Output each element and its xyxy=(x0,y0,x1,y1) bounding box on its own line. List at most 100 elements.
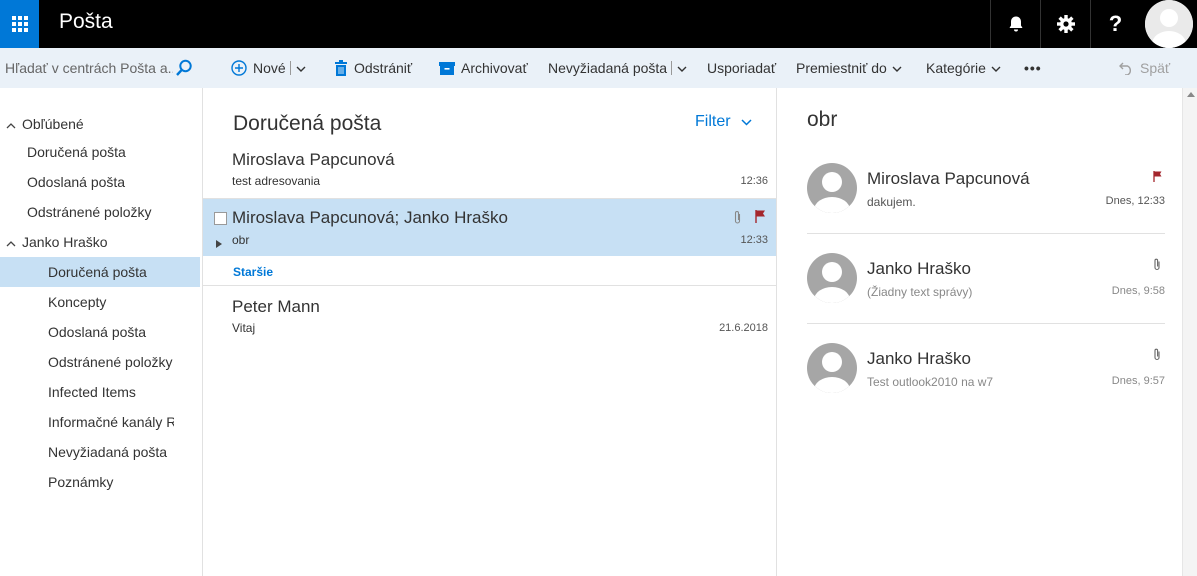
message-sender: Miroslava Papcunová xyxy=(232,150,395,169)
filter-button[interactable]: Filter xyxy=(695,113,752,131)
conversation-subject: obr xyxy=(807,108,838,131)
help-button[interactable]: ? xyxy=(1090,0,1140,48)
folder-label: Informačné kanály RSS xyxy=(48,414,174,430)
reading-pane-scrollbar[interactable] xyxy=(1182,88,1197,576)
message-subject: Vitaj xyxy=(232,321,256,335)
undo-label: Späť xyxy=(1140,60,1171,76)
message-sender: Peter Mann xyxy=(232,297,320,316)
message-row[interactable]: Miroslava Papcunová test adresovania 12:… xyxy=(203,144,776,198)
archive-icon xyxy=(439,61,455,75)
folder-label: Odoslaná pošta xyxy=(27,174,126,190)
categories-button[interactable]: Kategórie xyxy=(926,48,1001,88)
message-row[interactable]: Peter Mann Vitaj 21.6.2018 xyxy=(203,287,776,343)
conversation-preview: dakujem. xyxy=(867,195,916,209)
favorite-item-sent[interactable]: Odoslaná pošta xyxy=(0,167,202,197)
archive-label: Archivovať xyxy=(461,60,528,76)
new-button[interactable]: Nové xyxy=(231,48,306,88)
folder-label: Doručená pošta xyxy=(27,144,126,160)
folder-item-sent[interactable]: Odoslaná pošta xyxy=(0,317,202,347)
conversation-preview: (Žiadny text správy) xyxy=(867,285,973,299)
chevron-down-icon xyxy=(741,118,752,126)
folder-item-infected[interactable]: Infected Items xyxy=(0,377,202,407)
more-options-button[interactable]: ••• xyxy=(1024,48,1042,88)
favorites-header[interactable]: Obľúbené xyxy=(0,109,202,139)
archive-button[interactable]: Archivovať xyxy=(439,48,528,88)
notifications-button[interactable] xyxy=(990,0,1040,48)
flag-icon[interactable] xyxy=(1153,170,1163,188)
divider xyxy=(807,323,1165,324)
plus-circle-icon xyxy=(231,60,247,76)
message-subject: test adresovania xyxy=(232,174,321,188)
bell-icon xyxy=(1009,16,1022,32)
app-launcher-button[interactable] xyxy=(0,0,39,48)
scroll-up-arrow-icon[interactable] xyxy=(1187,92,1195,97)
conversation-sender: Janko Hraško xyxy=(867,349,971,368)
sweep-button[interactable]: Usporiadať xyxy=(707,48,776,88)
folder-label: Infected Items xyxy=(48,384,136,400)
message-time: 12:36 xyxy=(740,175,768,187)
message-subject: obr xyxy=(232,233,250,247)
folder-label: Nevyžiadaná pošta xyxy=(48,444,168,460)
favorite-item-inbox[interactable]: Doručená pošta xyxy=(0,137,202,167)
gear-icon xyxy=(1056,15,1075,33)
account-header[interactable]: Janko Hraško xyxy=(0,227,202,257)
folder-label: Poznámky xyxy=(48,474,114,490)
command-bar: Nové Odstrániť Archivovať Nevyžiadaná po… xyxy=(0,48,1197,88)
search-box xyxy=(0,48,202,88)
folder-title: Doručená pošta xyxy=(233,112,382,135)
move-to-button[interactable]: Premiestniť do xyxy=(796,48,902,88)
chevron-down-icon[interactable] xyxy=(296,60,306,76)
filter-label: Filter xyxy=(695,113,731,130)
move-to-label: Premiestniť do xyxy=(796,60,887,76)
search-input[interactable] xyxy=(5,58,173,78)
junk-button[interactable]: Nevyžiadaná pošta xyxy=(548,48,687,88)
folder-label: Doručená pošta xyxy=(48,264,147,280)
folder-label: Koncepty xyxy=(48,294,107,310)
group-header-older[interactable]: Staršie xyxy=(203,256,776,286)
message-list: Doručená pošta Filter Miroslava Papcunov… xyxy=(203,88,777,576)
folder-item-junk[interactable]: Nevyžiadaná pošta xyxy=(0,437,202,467)
top-bar: Pošta ? xyxy=(0,0,1197,48)
app-title: Pošta xyxy=(59,10,113,33)
settings-button[interactable] xyxy=(1040,0,1090,48)
more-icon: ••• xyxy=(1024,60,1042,76)
chevron-down-icon xyxy=(892,60,902,76)
conversation-sender: Janko Hraško xyxy=(867,259,971,278)
group-label: Staršie xyxy=(233,265,274,279)
favorite-item-deleted[interactable]: Odstránené položky xyxy=(0,197,202,227)
sweep-label: Usporiadať xyxy=(707,60,777,76)
trash-icon xyxy=(334,60,348,76)
user-avatar-button[interactable] xyxy=(1145,0,1193,48)
divider xyxy=(807,233,1165,234)
paperclip-icon xyxy=(733,210,742,230)
search-icon[interactable] xyxy=(175,59,193,77)
folder-label: Odoslaná pošta xyxy=(48,324,147,340)
flag-icon[interactable] xyxy=(755,209,766,229)
chevron-down-icon xyxy=(991,60,1001,76)
conversation-time: Dnes, 9:58 xyxy=(1111,285,1165,297)
select-checkbox[interactable] xyxy=(214,212,227,225)
folder-item-drafts[interactable]: Koncepty xyxy=(0,287,202,317)
avatar xyxy=(807,163,857,213)
conversation-preview: Test outlook2010 na w7 xyxy=(867,375,994,389)
folder-item-inbox[interactable]: Doručená pošta xyxy=(0,257,200,287)
folder-item-deleted[interactable]: Odstránené položky xyxy=(0,347,202,377)
delete-button[interactable]: Odstrániť xyxy=(334,48,412,88)
favorites-label: Obľúbené xyxy=(22,116,84,132)
undo-button[interactable]: Späť xyxy=(1119,48,1170,88)
folder-item-notes[interactable]: Poznámky xyxy=(0,467,202,497)
expand-caret-icon[interactable] xyxy=(216,235,222,253)
paperclip-icon xyxy=(1153,258,1161,276)
folder-label: Odstránené položky xyxy=(48,354,173,370)
message-time: 12:33 xyxy=(740,234,768,246)
message-row-selected[interactable]: Miroslava Papcunová; Janko Hraško obr 12… xyxy=(203,199,776,256)
separator xyxy=(289,61,291,75)
avatar xyxy=(807,343,857,393)
categories-label: Kategórie xyxy=(926,60,986,76)
message-time: 21.6.2018 xyxy=(719,322,768,334)
chevron-down-icon[interactable] xyxy=(677,60,687,76)
chevron-up-icon xyxy=(6,116,18,132)
conversation-item[interactable]: Janko Hraško Test outlook2010 na w7 Dnes… xyxy=(807,337,1165,427)
waffle-icon xyxy=(11,16,28,32)
folder-item-rss[interactable]: Informačné kanály RSS xyxy=(0,407,174,437)
